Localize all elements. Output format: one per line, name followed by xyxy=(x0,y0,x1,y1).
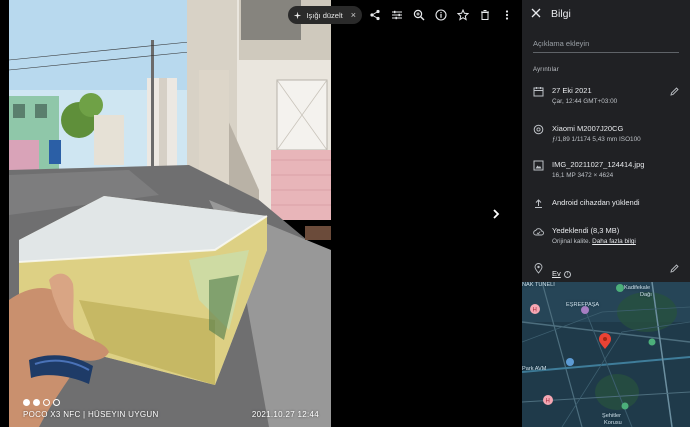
upload-icon xyxy=(533,198,544,209)
info-button[interactable] xyxy=(432,6,450,24)
dot-indicator xyxy=(53,399,60,406)
delete-icon xyxy=(481,10,489,20)
learn-more-link[interactable]: Daha fazla bilgi xyxy=(592,238,636,245)
camera-primary: Xiaomi M2007J20CG xyxy=(552,124,624,133)
svg-text:H: H xyxy=(533,308,537,314)
pencil-icon xyxy=(670,264,679,273)
map-label: Korusu xyxy=(604,420,622,426)
date-primary: 27 Eki 2021 xyxy=(552,86,592,95)
enhance-chip[interactable]: Işığı düzelt × xyxy=(288,6,362,24)
camera-secondary: ƒ/1,89 1/1174 5,43 mm ISO100 xyxy=(552,136,641,143)
date-text: 27 Eki 2021 Çar, 12:44 GMT+03:00 xyxy=(552,86,617,105)
photo-viewer: POCO X3 NFC | HÜSEYIN UYGUN 2021.10.27 1… xyxy=(0,0,690,427)
file-text: IMG_20211027_124414.jpg 16,1 MP 3472 × 4… xyxy=(552,160,644,179)
map-label: Dağı xyxy=(640,292,652,298)
info-icon xyxy=(435,9,447,21)
caption-input[interactable]: Açıklama ekleyin xyxy=(533,36,679,53)
sparkle-icon xyxy=(294,11,302,19)
cloud-done-icon xyxy=(533,226,544,237)
image-file-icon xyxy=(533,160,544,171)
backup-primary: Yedeklendi (8,3 MB) xyxy=(552,226,620,235)
adjust-icon xyxy=(392,10,402,20)
watermark-timestamp: 2021.10.27 12:44 xyxy=(251,410,319,419)
details-section-label: Ayrıntılar xyxy=(533,67,559,73)
location-text: Ev i xyxy=(552,263,571,281)
share-icon xyxy=(370,9,380,21)
map-label: Kadifekale xyxy=(624,285,651,291)
backup-quality: Orijinal kalite. xyxy=(552,238,591,245)
zoom-icon xyxy=(413,9,425,21)
location-info-icon[interactable]: i xyxy=(563,271,571,278)
camera-mode-dots xyxy=(23,399,60,406)
more-vert-icon xyxy=(505,10,509,20)
favorite-button[interactable] xyxy=(454,6,472,24)
enhance-close-button[interactable]: × xyxy=(351,10,356,20)
map-label: EŞREFPAŞA xyxy=(566,302,600,308)
close-icon xyxy=(531,8,541,18)
panel-title: Bilgi xyxy=(551,8,571,20)
photo-toolbar: Işığı düzelt × xyxy=(288,6,516,24)
close-panel-button[interactable] xyxy=(531,5,541,23)
map-tiles: H H xyxy=(522,282,690,427)
dot-indicator xyxy=(23,399,30,406)
map-label: Şehitler xyxy=(602,413,621,419)
calendar-icon xyxy=(533,86,544,97)
aperture-icon xyxy=(533,124,544,135)
upload-primary: Android cihazdan yüklendi xyxy=(552,198,640,207)
location-link[interactable]: Ev xyxy=(552,269,561,278)
dot-indicator xyxy=(33,399,40,406)
enhance-label: Işığı düzelt xyxy=(306,10,343,20)
info-panel-header: Bilgi xyxy=(522,0,690,28)
map-label: NAK TÜNELİ xyxy=(522,282,555,288)
edit-button[interactable] xyxy=(388,6,406,24)
edit-date-button[interactable] xyxy=(670,87,679,96)
photo-image xyxy=(9,0,331,427)
dot-indicator xyxy=(43,399,50,406)
camera-text: Xiaomi M2007J20CG ƒ/1,89 1/1174 5,43 mm … xyxy=(552,124,641,143)
date-secondary: Çar, 12:44 GMT+03:00 xyxy=(552,98,618,105)
location-pin-icon xyxy=(533,263,544,274)
edit-location-button[interactable] xyxy=(670,264,679,273)
star-icon xyxy=(457,9,469,21)
svg-text:H: H xyxy=(546,399,550,405)
watermark-device: POCO X3 NFC | HÜSEYIN UYGUN xyxy=(23,410,159,419)
backup-secondary: Orijinal kalite. Daha fazla bilgi xyxy=(552,238,636,245)
share-button[interactable] xyxy=(366,6,384,24)
chevron-right-icon xyxy=(493,209,500,219)
location-map[interactable]: H H NAK TÜNELİ Kadifekale Dağı EŞREFPAŞA… xyxy=(522,282,690,427)
delete-button[interactable] xyxy=(476,6,494,24)
upload-text: Android cihazdan yüklendi xyxy=(552,198,640,207)
next-photo-button[interactable] xyxy=(488,206,504,222)
pencil-icon xyxy=(670,87,679,96)
backup-text: Yedeklendi (8,3 MB) Orijinal kalite. Dah… xyxy=(552,226,636,245)
more-options-button[interactable] xyxy=(498,6,516,24)
map-label: Park AVM xyxy=(522,366,547,372)
file-secondary: 16,1 MP 3472 × 4624 xyxy=(552,172,614,179)
photo[interactable]: POCO X3 NFC | HÜSEYIN UYGUN 2021.10.27 1… xyxy=(9,0,331,427)
zoom-button[interactable] xyxy=(410,6,428,24)
file-primary: IMG_20211027_124414.jpg xyxy=(552,160,645,169)
